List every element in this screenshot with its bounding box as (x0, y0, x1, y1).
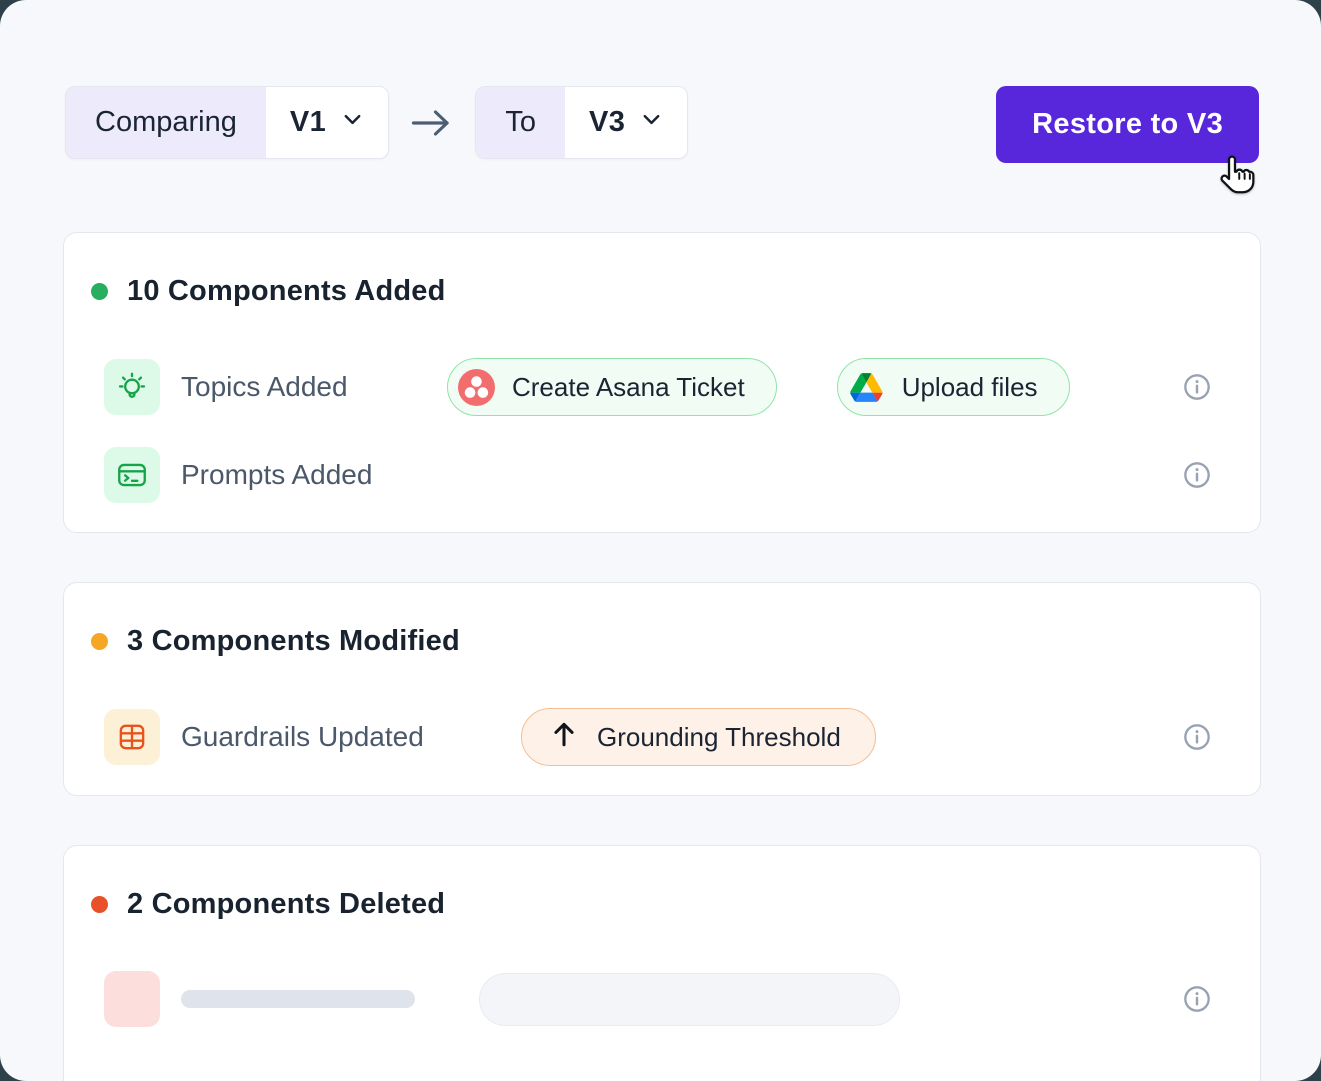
info-icon[interactable] (1183, 723, 1211, 751)
card-header: 2 Components Deleted (91, 886, 1211, 922)
grounding-threshold-chip[interactable]: Grounding Threshold (521, 708, 876, 766)
google-drive-icon (848, 369, 885, 406)
to-label: To (476, 87, 565, 158)
card-title: 2 Components Deleted (127, 888, 445, 921)
info-icon[interactable] (1183, 985, 1211, 1013)
row-label: Prompts Added (181, 459, 447, 491)
skeleton-chip-pill (479, 973, 900, 1026)
chip-list: Grounding Threshold (447, 708, 876, 766)
card-header: 3 Components Modified (91, 623, 1211, 659)
chevron-down-icon (640, 106, 663, 139)
to-version-dropdown[interactable]: V3 (565, 87, 687, 158)
row-label: Topics Added (181, 371, 447, 403)
deleted-icon-placeholder (104, 971, 160, 1027)
chip-label: Create Asana Ticket (512, 372, 745, 403)
info-icon[interactable] (1183, 461, 1211, 489)
components-deleted-card: 2 Components Deleted (63, 845, 1261, 1081)
table-icon (104, 709, 160, 765)
topics-added-row: Topics Added Create Asana Ticket (104, 358, 1211, 416)
version-compare-panel: Comparing V1 To V3 Restore to V3 (0, 0, 1321, 1081)
card-rows: Guardrails Updated Grounding Threshold (104, 708, 1211, 766)
compare-toolbar: Comparing V1 To V3 Restore to V3 (65, 86, 1259, 163)
prompts-added-row: Prompts Added (104, 447, 1211, 503)
red-status-dot (91, 896, 108, 913)
to-version-group: To V3 (475, 86, 688, 159)
upload-files-chip[interactable]: Upload files (837, 358, 1070, 416)
from-version-group: Comparing V1 (65, 86, 389, 159)
orange-status-dot (91, 633, 108, 650)
card-header: 10 Components Added (91, 273, 1211, 309)
from-version-value: V1 (290, 106, 326, 139)
components-added-card: 10 Components Added Topics Added (63, 232, 1261, 533)
deleted-skeleton-row (104, 971, 1211, 1027)
guardrails-updated-row: Guardrails Updated Grounding Threshold (104, 708, 1211, 766)
components-modified-card: 3 Components Modified Guardrails Updated (63, 582, 1261, 796)
chip-label: Grounding Threshold (597, 722, 841, 753)
chevron-down-icon (341, 106, 364, 139)
lightbulb-icon (104, 359, 160, 415)
card-title: 3 Components Modified (127, 625, 460, 658)
to-version-value: V3 (589, 106, 625, 139)
chip-label: Upload files (902, 372, 1038, 403)
asana-icon (458, 369, 495, 406)
from-version-dropdown[interactable]: V1 (266, 87, 388, 158)
skeleton-label-bar (181, 990, 415, 1008)
chip-list: Create Asana Ticket (447, 358, 1070, 416)
terminal-icon (104, 447, 160, 503)
info-icon[interactable] (1183, 373, 1211, 401)
card-rows: Topics Added Create Asana Ticket (104, 358, 1211, 503)
green-status-dot (91, 283, 108, 300)
restore-button[interactable]: Restore to V3 (996, 86, 1259, 163)
row-label: Guardrails Updated (181, 721, 447, 753)
arrow-right-icon (410, 86, 454, 159)
card-rows (104, 971, 1211, 1027)
arrow-up-icon (551, 720, 577, 755)
comparing-label: Comparing (66, 87, 266, 158)
create-asana-ticket-chip[interactable]: Create Asana Ticket (447, 358, 777, 416)
card-title: 10 Components Added (127, 275, 446, 308)
